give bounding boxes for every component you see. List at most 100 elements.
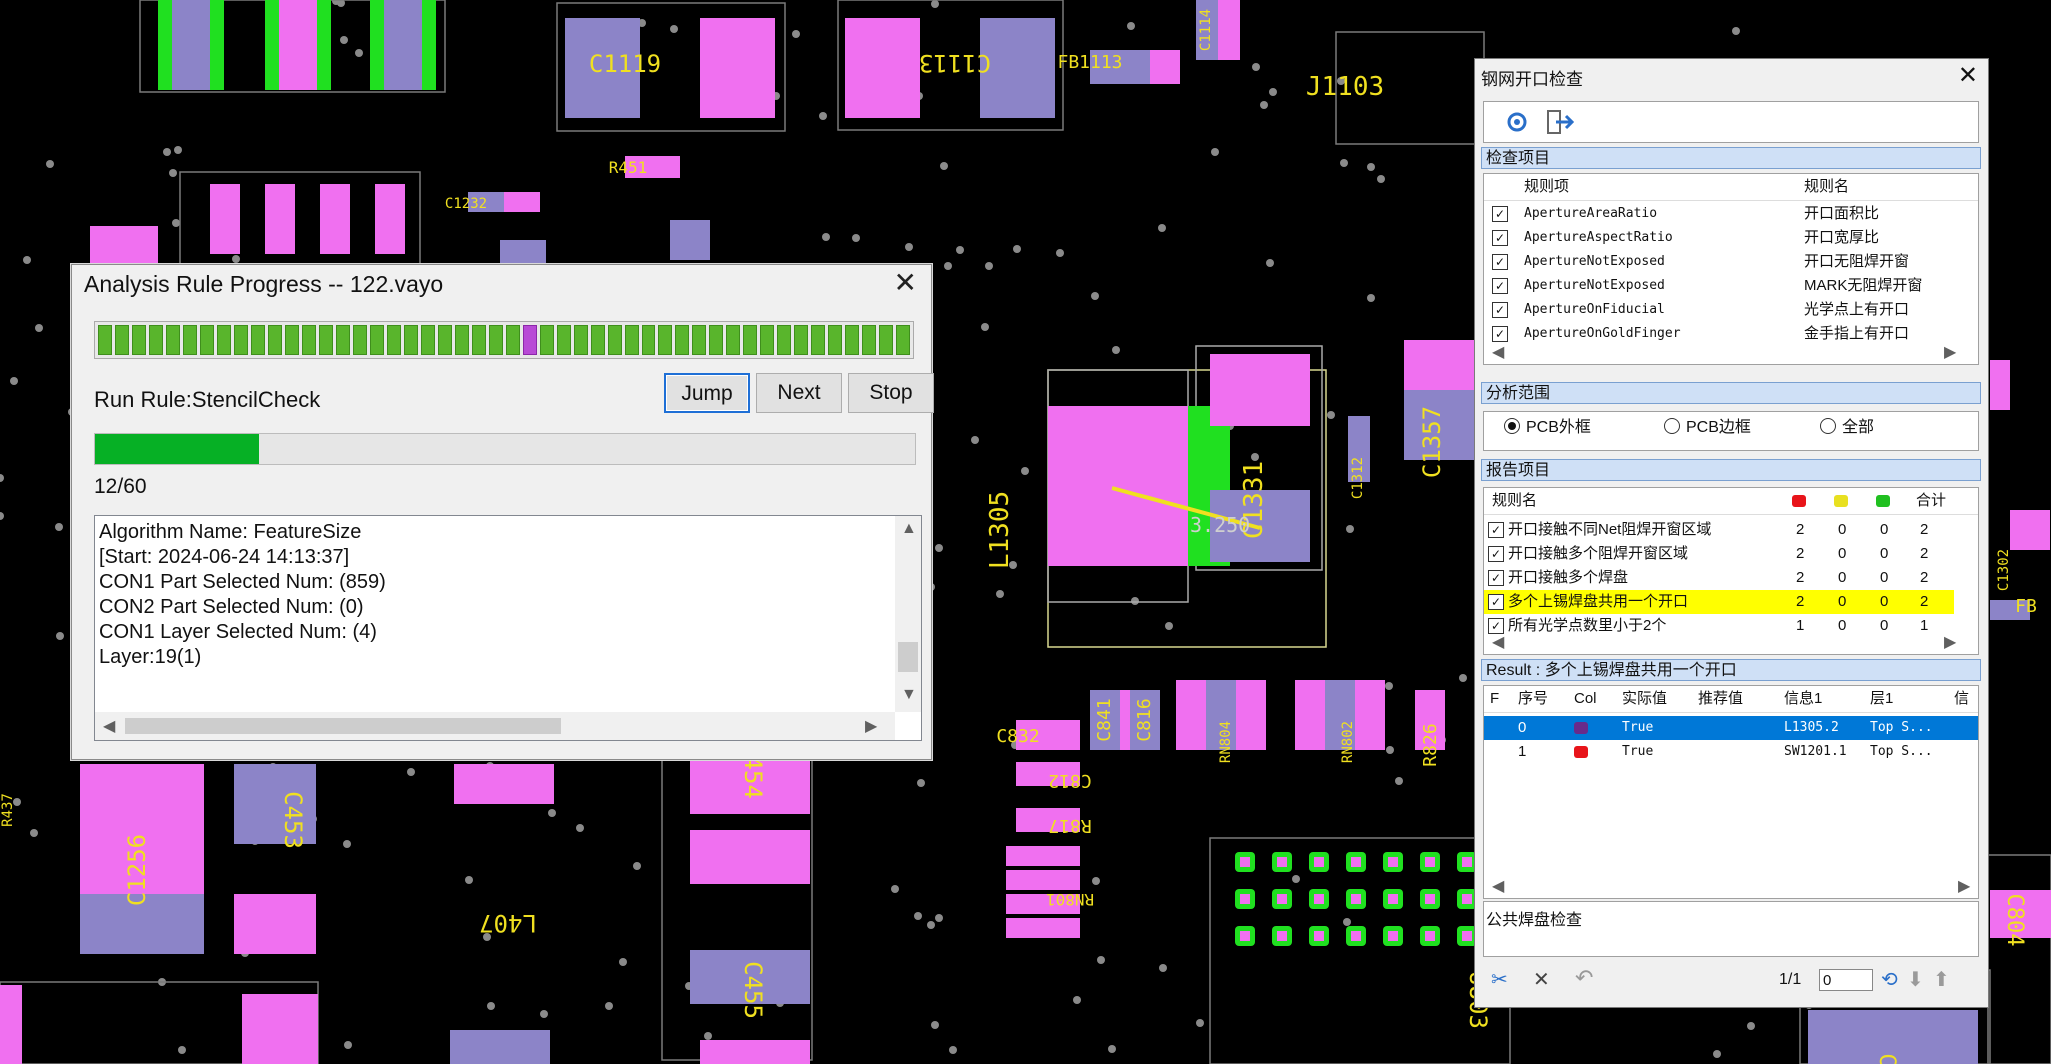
rule-checkbox[interactable]: ✓ [1492, 326, 1508, 342]
report-list[interactable]: 规则名 合计 ✓ 开口接触不同Net阻焊开窗区域 2 0 0 2 ✓ 开口接触多个… [1483, 487, 1979, 655]
radio-icon[interactable] [1820, 418, 1836, 434]
pcb-pad[interactable] [2010, 510, 2050, 550]
pcb-pad[interactable] [450, 1030, 550, 1064]
tools-icon[interactable]: ✕ [1533, 967, 1550, 992]
pcb-pad[interactable] [422, 0, 436, 90]
pcb-pad[interactable] [234, 894, 316, 954]
pcb-pad[interactable] [700, 18, 775, 118]
scroll-left-icon[interactable]: ◀ [1492, 876, 1504, 896]
close-icon[interactable]: ✕ [1958, 61, 1978, 90]
pcb-pad[interactable] [317, 0, 331, 90]
result-column-header[interactable]: F [1490, 686, 1499, 712]
report-row[interactable]: ✓ 开口接触多个焊盘 2 0 0 2 [1484, 566, 1954, 590]
report-row[interactable]: ✓ 开口接触多个阻焊开窗区域 2 0 0 2 [1484, 542, 1954, 566]
rule-row[interactable]: ✓ ApertureOnFiducial 光学点上有开口 [1484, 298, 1978, 322]
arrow-down-icon[interactable]: ⬇ [1907, 967, 1924, 992]
scroll-right-icon[interactable]: ▶ [865, 716, 877, 736]
pcb-pad[interactable] [279, 0, 317, 90]
pcb-pad[interactable] [158, 0, 172, 90]
pcb-pad[interactable] [1295, 680, 1325, 750]
scroll-thumb[interactable] [898, 642, 918, 672]
report-checkbox[interactable]: ✓ [1488, 594, 1504, 610]
pcb-pad[interactable] [454, 764, 554, 804]
result-column-header[interactable]: 信息1 [1784, 686, 1822, 712]
scroll-left-icon[interactable]: ◀ [103, 716, 115, 736]
pcb-pad[interactable] [375, 184, 405, 254]
close-icon[interactable]: ✕ [894, 269, 917, 297]
pcb-pad[interactable] [1006, 870, 1080, 890]
rule-row[interactable]: ✓ ApertureNotExposed 开口无阻焊开窗 [1484, 250, 1978, 274]
pcb-pad[interactable] [370, 0, 384, 90]
result-column-header[interactable]: 推荐值 [1698, 686, 1743, 712]
page-input[interactable]: 0 [1819, 969, 1873, 991]
pcb-pad[interactable] [265, 0, 279, 90]
scroll-thumb[interactable] [125, 718, 561, 734]
pcb-pad[interactable] [1990, 360, 2010, 410]
pcb-pad[interactable] [0, 985, 22, 1064]
report-row[interactable]: ✓ 开口接触不同Net阻焊开窗区域 2 0 0 2 [1484, 518, 1954, 542]
scroll-right-icon[interactable]: ▶ [1944, 632, 1956, 652]
run-check-icon[interactable] [1504, 110, 1530, 134]
report-checkbox[interactable]: ✓ [1488, 546, 1504, 562]
pcb-pad[interactable] [384, 0, 422, 90]
pcb-pad[interactable] [210, 184, 240, 254]
rule-checkbox[interactable]: ✓ [1492, 278, 1508, 294]
pcb-pad[interactable] [1236, 680, 1266, 750]
jump-button[interactable]: Jump [664, 373, 750, 413]
refresh-icon[interactable]: ⟲ [1881, 967, 1898, 992]
undo-icon[interactable]: ↶ [1575, 965, 1593, 991]
result-table[interactable]: F序号Col实际值推荐值信息1层1信息 0 True L1305.2 Top S… [1483, 685, 1979, 899]
result-row[interactable]: 1 True SW1201.1 Top S... [1484, 740, 1978, 764]
vertical-scrollbar[interactable]: ▲ ▼ [895, 516, 921, 712]
pcb-pad[interactable] [845, 18, 920, 118]
scroll-left-icon[interactable]: ◀ [1492, 632, 1504, 652]
pcb-pad[interactable] [1218, 0, 1240, 60]
rule-checkbox[interactable]: ✓ [1492, 302, 1508, 318]
log-textbox[interactable]: Algorithm Name: FeatureSize [Start: 2024-… [94, 515, 922, 741]
scroll-right-icon[interactable]: ▶ [1958, 876, 1970, 896]
pcb-pad[interactable] [504, 192, 540, 212]
horizontal-scrollbar[interactable]: ◀ ▶ [95, 712, 895, 740]
next-button[interactable]: Next [756, 373, 842, 413]
scroll-down-icon[interactable]: ▼ [901, 686, 917, 704]
scope-radio-option[interactable]: PCB边框 [1664, 412, 1751, 444]
report-checkbox[interactable]: ✓ [1488, 522, 1504, 538]
pcb-pad[interactable] [1176, 680, 1206, 750]
pcb-pad[interactable] [670, 220, 710, 260]
pcb-pad[interactable] [1048, 406, 1188, 566]
pcb-pad[interactable] [210, 0, 224, 90]
arrow-up-icon[interactable]: ⬆ [1933, 967, 1950, 992]
rule-row[interactable]: ✓ ApertureAreaRatio 开口面积比 [1484, 202, 1978, 226]
result-row[interactable]: 0 True L1305.2 Top S... [1484, 716, 1978, 740]
pcb-pad[interactable] [1210, 354, 1310, 426]
pcb-pad[interactable] [1355, 680, 1385, 750]
rules-list[interactable]: 规则项 规则名 ✓ ApertureAreaRatio 开口面积比 ✓ Apert… [1483, 173, 1979, 365]
report-row[interactable]: ✓ 所有光学点数里小于2个 1 0 0 1 [1484, 614, 1954, 638]
result-column-header[interactable]: 序号 [1518, 686, 1548, 712]
scope-radio-option[interactable]: PCB外框 [1504, 412, 1591, 444]
pcb-pad[interactable] [700, 1040, 810, 1064]
result-column-header[interactable]: Col [1574, 686, 1597, 712]
scope-radio-option[interactable]: 全部 [1820, 412, 1874, 444]
scroll-left-icon[interactable]: ◀ [1492, 342, 1504, 362]
rule-row[interactable]: ✓ ApertureNotExposed MARK无阻焊开窗 [1484, 274, 1978, 298]
radio-icon[interactable] [1664, 418, 1680, 434]
export-icon[interactable] [1546, 108, 1576, 136]
rule-row[interactable]: ✓ ApertureOnGoldFinger 金手指上有开口 [1484, 322, 1978, 346]
radio-icon[interactable] [1504, 418, 1520, 434]
pcb-pad[interactable] [1150, 50, 1180, 84]
scroll-up-icon[interactable]: ▲ [901, 520, 917, 538]
result-column-header[interactable]: 实际值 [1622, 686, 1667, 712]
scroll-right-icon[interactable]: ▶ [1944, 342, 1956, 362]
rule-checkbox[interactable]: ✓ [1492, 206, 1508, 222]
cut-icon[interactable]: ✂ [1491, 967, 1508, 992]
report-row[interactable]: ✓ 多个上锡焊盘共用一个开口 2 0 0 2 [1484, 590, 1954, 614]
rule-checkbox[interactable]: ✓ [1492, 254, 1508, 270]
pcb-pad[interactable] [172, 0, 210, 90]
pcb-pad[interactable] [320, 184, 350, 254]
result-column-header[interactable]: 层1 [1870, 686, 1893, 712]
report-checkbox[interactable]: ✓ [1488, 570, 1504, 586]
rule-row[interactable]: ✓ ApertureAspectRatio 开口宽厚比 [1484, 226, 1978, 250]
pcb-pad[interactable] [242, 994, 318, 1064]
rule-checkbox[interactable]: ✓ [1492, 230, 1508, 246]
